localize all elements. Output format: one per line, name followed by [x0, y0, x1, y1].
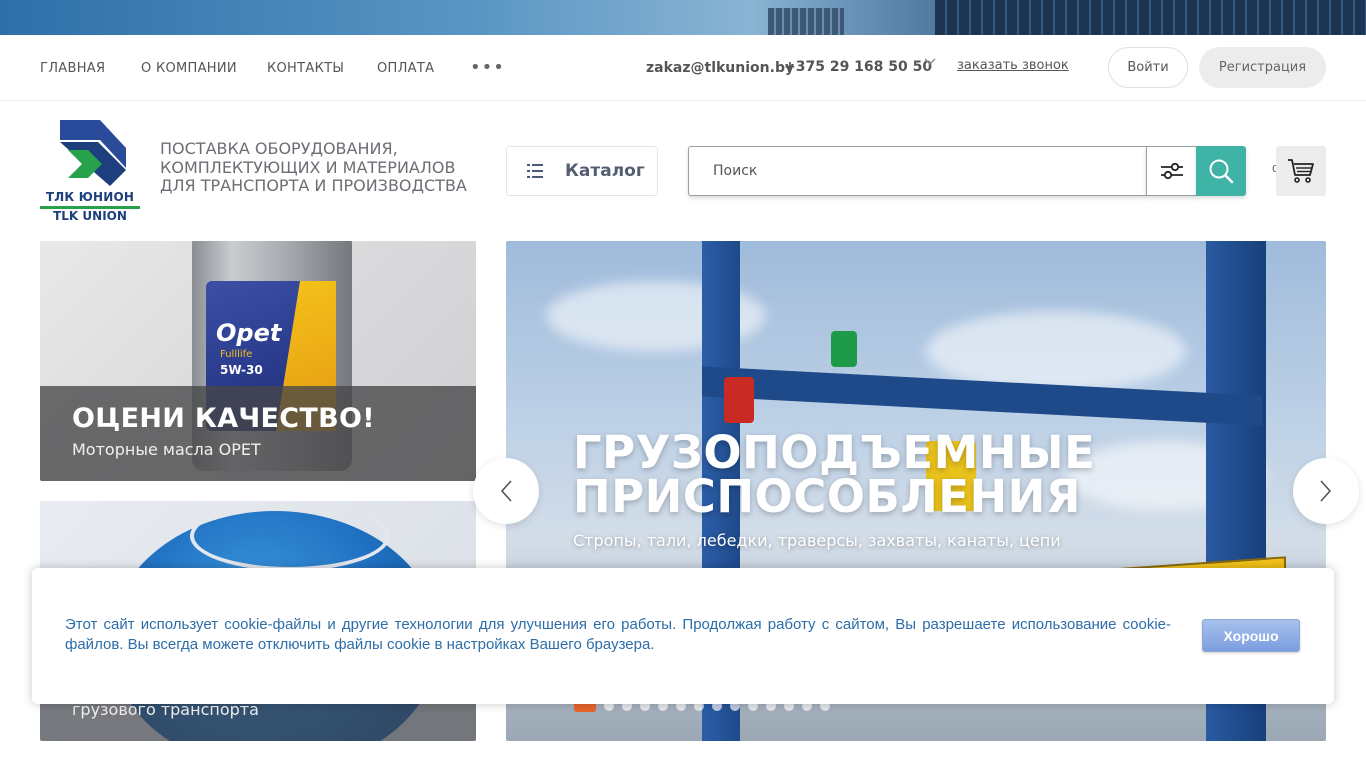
callback-link[interactable]: заказать звонок: [957, 58, 1069, 73]
oil-product-grade: 5W-30: [220, 363, 263, 377]
sliders-icon: [1160, 162, 1183, 180]
logo-emblem-icon: [60, 120, 126, 186]
nav-more-icon[interactable]: •••: [470, 57, 505, 78]
oil-product-line: Fulllife: [220, 349, 253, 360]
slide-title: ГРУЗОПОДЪЕМНЫЕ ПРИСПОСОБЛЕНИЯ: [573, 426, 1096, 523]
cart-button[interactable]: [1276, 146, 1326, 196]
cookie-notice: Этот сайт использует cookie-файлы и друг…: [32, 568, 1334, 704]
filter-button[interactable]: [1146, 146, 1197, 196]
chevron-right-icon: [1320, 480, 1332, 502]
slider-prev-button[interactable]: [473, 458, 539, 524]
shopping-cart-icon: [1288, 159, 1314, 183]
banner-building: [768, 8, 844, 35]
search-input[interactable]: [688, 146, 1147, 196]
promo-banner-oil[interactable]: Opet Fulllife 5W-30 ОЦЕНИ КАЧЕСТВО! Мото…: [40, 241, 476, 481]
slide-title-line: ПРИСПОСОБЛЕНИЯ: [573, 470, 1081, 523]
crane-block: [724, 377, 754, 423]
cookie-accept-button[interactable]: Хорошо: [1202, 619, 1300, 652]
slide-title-line: ГРУЗОПОДЪЕМНЫЕ: [573, 426, 1096, 479]
logo-text-en: TLK UNION: [53, 209, 127, 223]
top-banner-image: [0, 0, 1366, 35]
nav-item-about[interactable]: О КОМПАНИИ: [141, 61, 237, 76]
promo-title: ОЦЕНИ КАЧЕСТВО!: [72, 403, 375, 434]
top-navigation: ГЛАВНАЯ О КОМПАНИИ КОНТАКТЫ ОПЛАТА ••• z…: [0, 35, 1366, 101]
slider-next-button[interactable]: [1293, 458, 1359, 524]
list-icon: [527, 164, 543, 178]
chevron-down-icon[interactable]: [924, 55, 936, 69]
catalog-button[interactable]: Каталог: [506, 146, 658, 196]
contact-phone[interactable]: +375 29 168 50 50: [784, 59, 932, 75]
cookie-text: Этот сайт использует cookie-файлы и друг…: [65, 616, 1171, 653]
nav-item-contacts[interactable]: КОНТАКТЫ: [267, 61, 344, 76]
cloud: [926, 311, 1186, 391]
catalog-label: Каталог: [565, 161, 645, 181]
company-tagline: ПОСТАВКА ОБОРУДОВАНИЯ, КОМПЛЕКТУЮЩИХ И М…: [160, 139, 467, 195]
strap-image: [190, 501, 390, 571]
promo-subtitle: Моторные масла OPET: [72, 440, 261, 459]
register-button[interactable]: Регистрация: [1199, 47, 1326, 88]
contact-email[interactable]: zakaz@tlkunion.by: [646, 60, 794, 76]
search-button[interactable]: [1196, 146, 1246, 196]
banner-building: [935, 0, 1366, 35]
oil-brand-logo: Opet: [216, 319, 282, 347]
nav-item-home[interactable]: ГЛАВНАЯ: [40, 61, 105, 76]
logo-text-ru: ТЛК ЮНИОН: [45, 190, 135, 204]
slide-subtitle: Стропы, тали, лебедки, траверсы, захваты…: [573, 531, 1061, 550]
crane-block: [831, 331, 857, 367]
nav-item-payment[interactable]: ОПЛАТА: [377, 61, 434, 76]
login-button[interactable]: Войти: [1108, 47, 1188, 88]
search-icon: [1209, 159, 1234, 184]
chevron-left-icon: [500, 480, 512, 502]
